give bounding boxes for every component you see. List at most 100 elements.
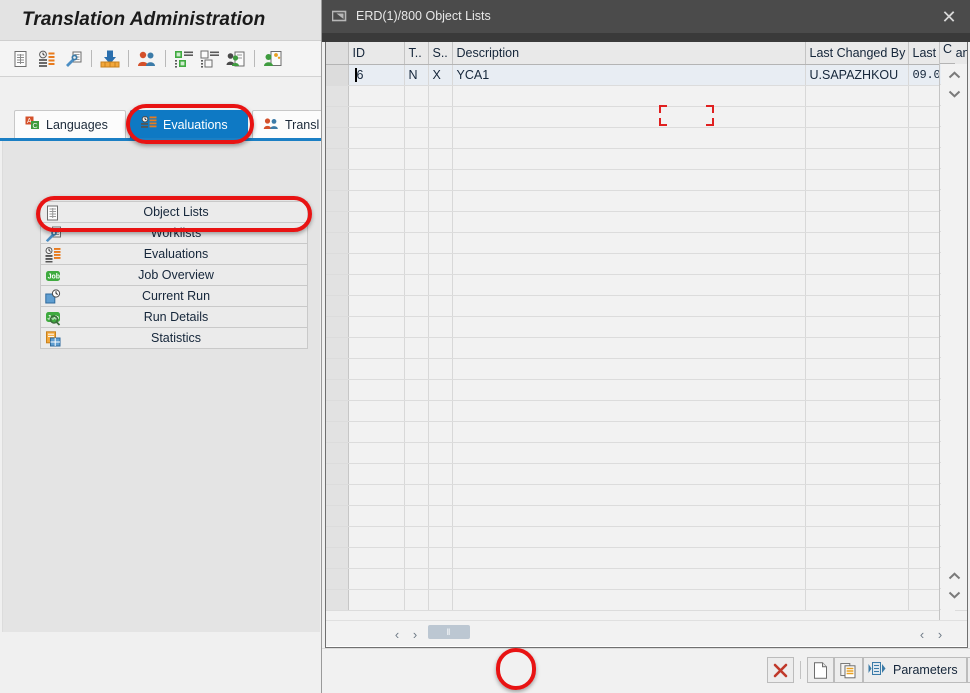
table-row-empty[interactable]	[326, 190, 967, 212]
nav-item-evaluations[interactable]: Evaluations	[40, 243, 308, 265]
cell-empty[interactable]	[348, 274, 405, 296]
cell-empty[interactable]	[805, 127, 909, 149]
cell-empty[interactable]	[452, 106, 806, 128]
cell-id[interactable]: 6	[348, 64, 405, 86]
cell-empty[interactable]	[348, 253, 405, 275]
column-header-last-changed-by[interactable]: Last Changed By	[805, 42, 909, 65]
scroll-up-icon[interactable]	[946, 70, 962, 80]
cell-empty[interactable]	[805, 211, 909, 233]
cell-empty[interactable]	[404, 190, 429, 212]
hscroll-prev-icon[interactable]: ‹	[390, 627, 404, 642]
cell-empty[interactable]	[452, 400, 806, 422]
cell-empty[interactable]	[348, 190, 405, 212]
cell-empty[interactable]	[348, 505, 405, 527]
table-row-empty[interactable]	[326, 379, 967, 401]
table-row-empty[interactable]	[326, 484, 967, 506]
cell-empty[interactable]	[452, 316, 806, 338]
cell-empty[interactable]	[404, 589, 429, 611]
cell-empty[interactable]	[428, 568, 453, 590]
cancel-button[interactable]	[767, 657, 794, 683]
cell-empty[interactable]	[452, 547, 806, 569]
row-selector[interactable]	[326, 127, 349, 149]
table-row-empty[interactable]	[326, 442, 967, 464]
translators-icon[interactable]	[134, 46, 160, 72]
row-selector[interactable]	[326, 190, 349, 212]
cell-empty[interactable]	[428, 589, 453, 611]
cell-empty[interactable]	[428, 442, 453, 464]
cell-empty[interactable]	[805, 169, 909, 191]
cell-empty[interactable]	[404, 211, 429, 233]
table-row-empty[interactable]	[326, 85, 967, 107]
table-row-empty[interactable]	[326, 547, 967, 569]
cell-empty[interactable]	[452, 295, 806, 317]
cell-empty[interactable]	[348, 337, 405, 359]
cell-empty[interactable]	[452, 274, 806, 296]
row-selector[interactable]	[326, 442, 349, 464]
cell-empty[interactable]	[428, 463, 453, 485]
column-header-last-changed-on[interactable]: Last Chang...	[908, 42, 967, 65]
cell-empty[interactable]	[805, 148, 909, 170]
cell-empty[interactable]	[428, 253, 453, 275]
table-row-empty[interactable]	[326, 295, 967, 317]
cell-empty[interactable]	[404, 526, 429, 548]
cell-empty[interactable]	[348, 358, 405, 380]
cell-empty[interactable]	[805, 400, 909, 422]
cell-empty[interactable]	[805, 295, 909, 317]
cell-empty[interactable]	[348, 127, 405, 149]
cell-empty[interactable]	[348, 211, 405, 233]
hscroll-prev-icon-right[interactable]: ‹	[915, 627, 929, 642]
worklist-icon[interactable]	[34, 46, 60, 72]
cell-empty[interactable]	[805, 190, 909, 212]
cell-empty[interactable]	[805, 316, 909, 338]
cell-empty[interactable]	[404, 106, 429, 128]
vertical-scrollbar-track[interactable]	[941, 124, 967, 560]
cell-empty[interactable]	[348, 547, 405, 569]
row-selector[interactable]	[326, 253, 349, 275]
cell-empty[interactable]	[428, 400, 453, 422]
cell-empty[interactable]	[348, 463, 405, 485]
cell-empty[interactable]	[404, 568, 429, 590]
row-selector[interactable]	[326, 400, 349, 422]
row-selector[interactable]	[326, 547, 349, 569]
cell-empty[interactable]	[452, 379, 806, 401]
cell-empty[interactable]	[428, 274, 453, 296]
cell-empty[interactable]	[404, 337, 429, 359]
cell-empty[interactable]	[452, 421, 806, 443]
table-row[interactable]: 6 N X YCA1 U.SAPAZHKOU 09.03.2018	[326, 64, 967, 86]
nav-item-job-overview[interactable]: Job Job Overview	[40, 264, 308, 286]
cell-empty[interactable]	[805, 442, 909, 464]
cell-empty[interactable]	[348, 295, 405, 317]
column-header-id[interactable]: ID	[348, 42, 405, 65]
cell-empty[interactable]	[805, 358, 909, 380]
close-icon[interactable]: ✕	[939, 7, 959, 27]
nav-item-current-run[interactable]: Current Run	[40, 285, 308, 307]
user-document-icon[interactable]	[223, 46, 249, 72]
nav-item-run-details[interactable]: Job Run Details	[40, 306, 308, 328]
cell-empty[interactable]	[404, 547, 429, 569]
cell-empty[interactable]	[404, 505, 429, 527]
assign-green-icon[interactable]	[171, 46, 197, 72]
table-row-empty[interactable]	[326, 106, 967, 128]
table-row-empty[interactable]	[326, 316, 967, 338]
hscroll-next-icon[interactable]: ›	[408, 627, 422, 642]
cell-empty[interactable]	[452, 148, 806, 170]
cell-empty[interactable]	[404, 463, 429, 485]
cell-empty[interactable]	[805, 421, 909, 443]
nav-item-object-lists[interactable]: Object Lists	[40, 201, 308, 223]
row-selector-header[interactable]	[326, 42, 349, 65]
cell-empty[interactable]	[805, 463, 909, 485]
object-list-icon[interactable]	[8, 46, 34, 72]
cell-empty[interactable]	[348, 232, 405, 254]
cell-empty[interactable]	[348, 379, 405, 401]
nav-item-worklists[interactable]: Worklists	[40, 222, 308, 244]
scroll-down-icon[interactable]	[946, 88, 962, 98]
table-row-empty[interactable]	[326, 421, 967, 443]
row-selector[interactable]	[326, 337, 349, 359]
cell-empty[interactable]	[404, 442, 429, 464]
cell-type[interactable]: N	[404, 64, 429, 86]
cell-empty[interactable]	[805, 85, 909, 107]
cell-empty[interactable]	[805, 547, 909, 569]
table-row-empty[interactable]	[326, 505, 967, 527]
cell-empty[interactable]	[404, 421, 429, 443]
cell-empty[interactable]	[428, 211, 453, 233]
